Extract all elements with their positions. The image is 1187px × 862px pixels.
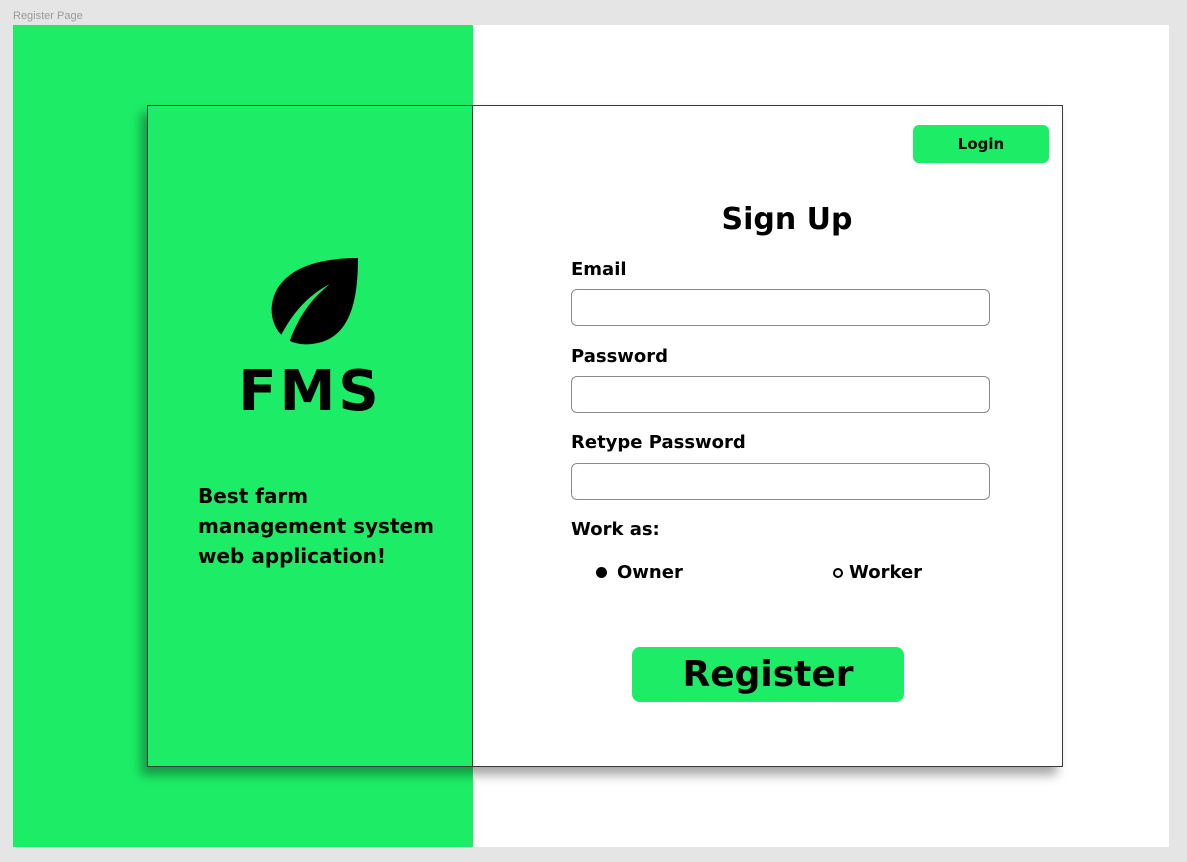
- page-title: Sign Up: [721, 202, 853, 237]
- register-page: FMS Best farm management system web appl…: [13, 25, 1169, 847]
- password-field[interactable]: [571, 376, 990, 413]
- login-button[interactable]: Login: [913, 125, 1049, 163]
- retype-password-field[interactable]: [571, 463, 990, 500]
- frame-label: Register Page: [13, 10, 83, 22]
- brand-panel: FMS Best farm management system web appl…: [148, 106, 473, 766]
- register-card: FMS Best farm management system web appl…: [147, 105, 1063, 767]
- work-as-label: Work as:: [571, 519, 660, 540]
- radio-unselected-icon: [833, 567, 843, 578]
- owner-radio[interactable]: Owner: [596, 562, 683, 583]
- worker-radio[interactable]: Worker: [833, 562, 922, 583]
- owner-radio-label: Owner: [617, 562, 683, 583]
- email-label: Email: [571, 259, 627, 280]
- register-button[interactable]: Register: [632, 647, 904, 702]
- email-field[interactable]: [571, 289, 990, 326]
- tagline: Best farm management system web applicat…: [198, 484, 434, 568]
- retype-password-label: Retype Password: [571, 432, 746, 453]
- password-label: Password: [571, 346, 669, 367]
- worker-radio-label: Worker: [849, 562, 923, 583]
- leaf-icon: [271, 258, 358, 346]
- radio-selected-icon: [596, 567, 607, 578]
- brand-name: FMS: [238, 359, 382, 424]
